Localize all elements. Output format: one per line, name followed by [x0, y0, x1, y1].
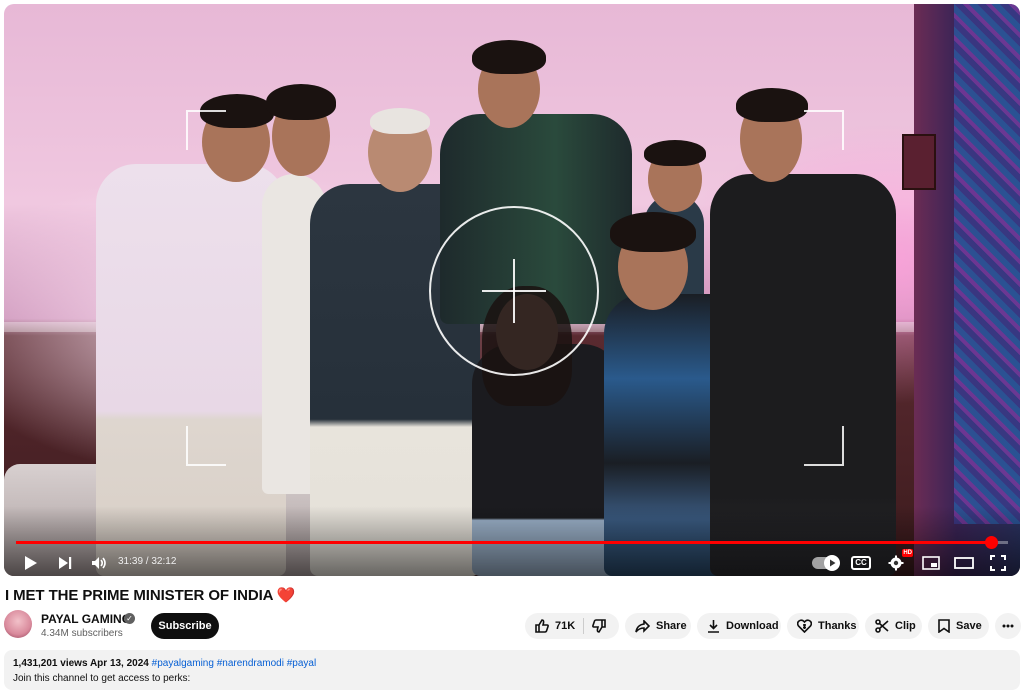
view-count: 1,431,201 views	[13, 658, 88, 669]
scene-pillar-art	[954, 4, 1020, 524]
progress-bar[interactable]	[16, 536, 1008, 549]
person-hair	[610, 212, 696, 252]
settings-button[interactable]: HD	[882, 549, 913, 576]
autoplay-knob	[824, 555, 840, 571]
person-hair	[736, 88, 808, 122]
volume-button[interactable]	[86, 549, 112, 576]
thanks-label: Thanks	[818, 620, 857, 632]
clip-icon	[875, 619, 889, 633]
hd-badge: HD	[902, 549, 913, 557]
time-current: 31:39	[118, 556, 144, 567]
person-hair	[472, 40, 546, 74]
focus-corner	[804, 110, 844, 150]
download-button[interactable]: Download	[697, 613, 781, 639]
dislike-button[interactable]	[584, 613, 614, 639]
settings-icon	[888, 555, 904, 571]
more-icon	[1002, 624, 1014, 628]
person-hair	[266, 84, 336, 120]
miniplayer-icon	[922, 556, 940, 570]
focus-corner	[186, 110, 226, 150]
channel-name[interactable]: PAYAL GAMING	[41, 612, 131, 626]
autoplay-track	[812, 555, 840, 571]
time-total: 32:12	[151, 556, 177, 567]
subscriber-count: 4.34M subscribers	[41, 628, 123, 639]
like-count: 71K	[555, 620, 576, 632]
download-icon	[708, 620, 719, 633]
progress-played	[16, 541, 992, 544]
focus-corner	[804, 426, 844, 466]
like-button[interactable]: 71K	[525, 613, 583, 639]
autoplay-toggle[interactable]	[810, 549, 840, 576]
save-icon	[938, 619, 950, 633]
channel-avatar[interactable]	[4, 610, 32, 638]
person-hair	[644, 140, 706, 166]
miniplayer-button[interactable]	[917, 549, 945, 576]
share-label: Share	[656, 620, 687, 632]
thanks-icon	[797, 619, 812, 633]
video-title: I MET THE PRIME MINISTER OF INDIA ❤️	[5, 587, 296, 604]
play-icon	[25, 556, 37, 570]
play-icon	[829, 559, 835, 567]
share-icon	[635, 619, 650, 633]
description-box[interactable]	[4, 650, 1020, 690]
clip-button[interactable]: Clip	[865, 613, 922, 639]
save-label: Save	[956, 620, 982, 632]
theater-icon	[954, 557, 974, 569]
fullscreen-button[interactable]	[984, 549, 1012, 576]
like-dislike-group: 71K	[525, 613, 619, 639]
captions-button[interactable]: CC	[847, 549, 875, 576]
description-meta: 1,431,201 views Apr 13, 2024 #payalgamin…	[13, 658, 316, 669]
person-white-hair	[370, 108, 430, 134]
download-label: Download	[726, 620, 779, 632]
cc-icon: CC	[851, 556, 871, 570]
clip-label: Clip	[895, 620, 916, 632]
play-button[interactable]	[18, 549, 44, 576]
focus-crosshair	[482, 290, 546, 292]
upload-date: Apr 13, 2024	[89, 658, 149, 669]
description-text: Join this channel to get access to perks…	[13, 673, 191, 684]
fullscreen-icon	[990, 555, 1006, 571]
dislike-icon	[592, 619, 606, 633]
like-icon	[535, 619, 549, 633]
thanks-button[interactable]: Thanks	[787, 613, 859, 639]
verified-icon: ✓	[124, 613, 135, 624]
scene-wall-frame	[902, 134, 936, 190]
save-button[interactable]: Save	[928, 613, 989, 639]
video-player[interactable]: 31:39 / 32:12 CC HD	[4, 4, 1020, 576]
more-actions-button[interactable]	[995, 613, 1021, 639]
next-button[interactable]	[52, 549, 78, 576]
time-display: 31:39 / 32:12	[118, 556, 176, 567]
volume-icon	[92, 557, 106, 569]
focus-corner	[186, 426, 226, 466]
hashtags[interactable]: #payalgaming #narendramodi #payal	[152, 658, 317, 669]
next-icon	[59, 557, 72, 569]
theater-button[interactable]	[950, 549, 978, 576]
subscribe-button[interactable]: Subscribe	[151, 613, 219, 639]
share-button[interactable]: Share	[625, 613, 691, 639]
